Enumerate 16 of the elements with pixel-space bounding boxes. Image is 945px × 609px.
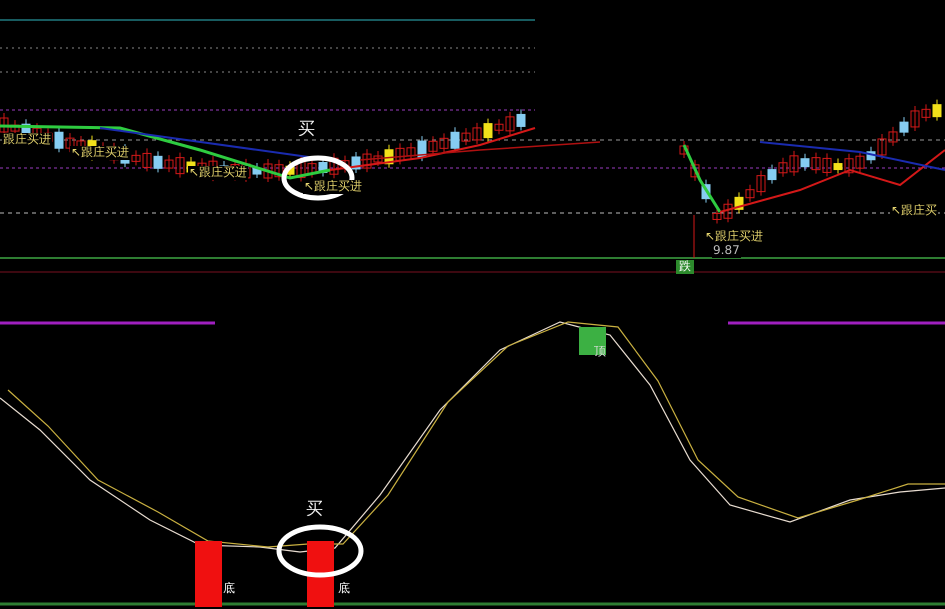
bottom-signal-bar [195,541,222,607]
signal-label: 跟庄买进 [2,133,52,147]
top-signal-marker [579,327,606,355]
fall-tag: 跌 [676,260,694,274]
signal-label: ↖跟庄买进 [303,180,364,194]
signal-label: ↖跟庄买 [890,204,938,218]
signal-label: 底 [338,582,350,596]
signal-label: 买 [306,500,323,520]
price-label: 9.87 [712,244,741,258]
signal-label: 顶 [594,345,606,359]
bottom-signal-bar [307,541,334,607]
signal-label: 底 [223,582,235,596]
signal-label: 买 [298,120,315,140]
signal-label: ↖跟庄买进 [70,146,130,160]
signal-label: ↖跟庄买进 [704,230,764,244]
signal-label: ↖跟庄买进 [188,166,248,180]
